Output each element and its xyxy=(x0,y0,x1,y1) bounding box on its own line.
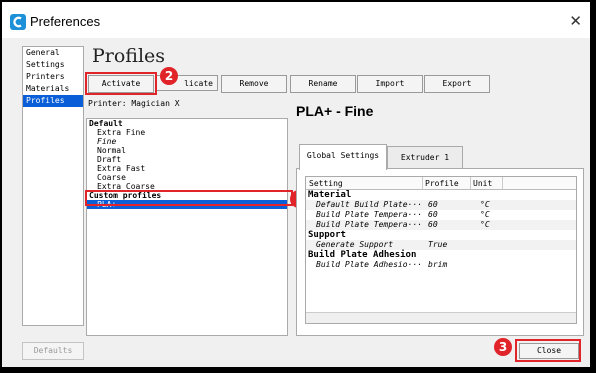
profile-group-default: Default xyxy=(89,119,123,128)
profile-item-coarse[interactable]: Coarse xyxy=(87,173,287,182)
global-settings-panel: Setting Profile Unit Material Default Bu… xyxy=(296,168,584,336)
profile-list: Default Extra Fine Fine Normal Draft Ext… xyxy=(86,118,288,336)
setting-name: Build Plate Tempera··· xyxy=(316,220,422,229)
nav-item-printers[interactable]: Printers xyxy=(23,71,83,83)
setting-value: True xyxy=(428,240,448,249)
profile-item-fine[interactable]: Fine xyxy=(87,137,287,146)
export-button[interactable]: Export xyxy=(424,75,490,93)
profile-title: PLA+ - Fine xyxy=(296,103,374,119)
nav-item-materials[interactable]: Materials xyxy=(23,83,83,95)
setting-unit: °C xyxy=(480,220,490,229)
setting-name: Build Plate Adhesio··· xyxy=(316,260,422,269)
column-divider xyxy=(502,177,503,189)
page-title: Profiles xyxy=(92,45,166,67)
nav-item-profiles[interactable]: Profiles xyxy=(23,95,83,107)
setting-value: 60 xyxy=(428,200,438,209)
step-badge-3: 3 xyxy=(494,338,512,356)
title-bar: Preferences ✕ xyxy=(2,2,590,38)
column-divider xyxy=(470,177,471,189)
tab-global-settings[interactable]: Global Settings xyxy=(299,144,387,170)
category-label: Material xyxy=(308,190,352,200)
activate-highlight xyxy=(85,72,157,95)
step-badge-2: 2 xyxy=(160,67,178,85)
category-label: Support xyxy=(308,230,346,240)
column-header-unit[interactable]: Unit xyxy=(473,179,492,188)
settings-table: Setting Profile Unit Material Default Bu… xyxy=(305,176,577,324)
setting-name: Generate Support xyxy=(316,240,394,249)
preferences-nav: General Settings Printers Materials Prof… xyxy=(22,46,84,326)
category-label: Build Plate Adhesion xyxy=(308,250,417,260)
category-row: Build Plate Adhesion xyxy=(306,250,576,260)
table-row[interactable]: Default Build Plate··· 60 °C xyxy=(306,200,576,210)
cura-app-icon xyxy=(10,14,26,30)
table-row[interactable]: Generate Support True xyxy=(306,240,576,250)
category-row: Material xyxy=(306,190,576,200)
category-row: Support xyxy=(306,230,576,240)
printer-label: Printer: Magician X xyxy=(88,99,180,108)
tab-extruder-1[interactable]: Extruder 1 xyxy=(387,146,463,169)
import-button[interactable]: Import xyxy=(357,75,423,93)
setting-value: 60 xyxy=(428,210,438,219)
setting-unit: °C xyxy=(480,210,490,219)
setting-value: brim xyxy=(428,260,448,269)
horizontal-scrollbar[interactable] xyxy=(306,312,576,323)
column-header-profile[interactable]: Profile xyxy=(425,179,459,188)
pla-highlight xyxy=(85,190,293,206)
table-row[interactable]: Build Plate Tempera··· 60 °C xyxy=(306,220,576,230)
table-header: Setting Profile Unit xyxy=(306,177,576,190)
table-row[interactable]: Build Plate Adhesio··· brim xyxy=(306,260,576,270)
profile-item-draft[interactable]: Draft xyxy=(87,155,287,164)
defaults-button[interactable]: Defaults xyxy=(22,342,84,360)
close-window-icon[interactable]: ✕ xyxy=(569,12,582,30)
setting-unit: °C xyxy=(480,200,490,209)
rename-button[interactable]: Rename xyxy=(290,75,356,93)
column-divider xyxy=(422,177,423,189)
profile-item-extra-fine[interactable]: Extra Fine xyxy=(87,128,287,137)
close-highlight xyxy=(515,339,581,362)
remove-button[interactable]: Remove xyxy=(221,75,287,93)
column-header-setting[interactable]: Setting xyxy=(309,179,343,188)
profile-item-normal[interactable]: Normal xyxy=(87,146,287,155)
table-row[interactable]: Build Plate Tempera··· 60 °C xyxy=(306,210,576,220)
nav-item-general[interactable]: General xyxy=(23,47,83,59)
profile-item-extra-fast[interactable]: Extra Fast xyxy=(87,164,287,173)
setting-value: 60 xyxy=(428,220,438,229)
setting-name: Build Plate Tempera··· xyxy=(316,210,422,219)
nav-item-settings[interactable]: Settings xyxy=(23,59,83,71)
window-title: Preferences xyxy=(30,14,101,29)
setting-name: Default Build Plate··· xyxy=(316,200,422,209)
